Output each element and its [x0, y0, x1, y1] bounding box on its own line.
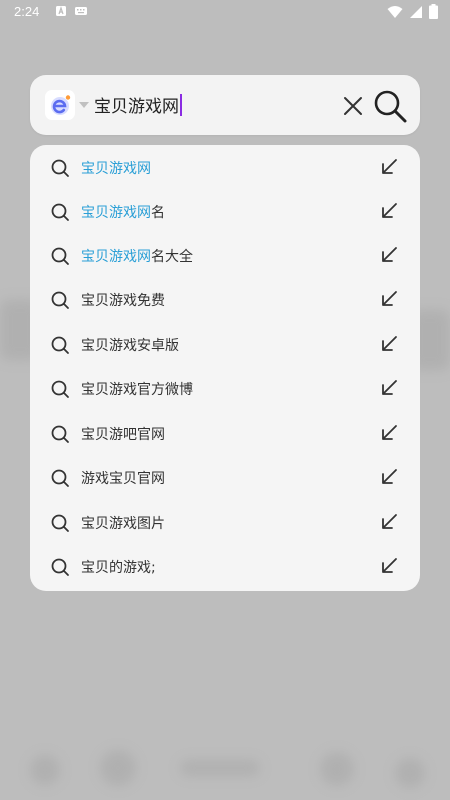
e-browser-logo[interactable] [45, 90, 75, 120]
suggestion-item[interactable]: 宝贝的游戏; [30, 544, 420, 588]
suggestion-text: 宝贝游戏免费 [81, 293, 165, 309]
suggestion-item[interactable]: 宝贝游戏免费 [30, 277, 420, 321]
fill-query-arrow-icon[interactable] [379, 512, 399, 532]
suggestion-text: 宝贝游戏安卓版 [81, 338, 179, 354]
signal-icon [410, 5, 422, 18]
search-icon [51, 291, 69, 309]
fill-query-arrow-icon[interactable] [379, 423, 399, 443]
wifi-icon [387, 5, 403, 18]
search-icon [51, 514, 69, 532]
search-icon[interactable] [372, 88, 408, 124]
fill-query-arrow-icon[interactable] [379, 556, 399, 576]
suggestion-text: 宝贝游吧官网 [81, 427, 165, 443]
search-icon [51, 203, 69, 221]
fill-query-arrow-icon[interactable] [379, 334, 399, 354]
suggestion-text: 宝贝游戏网 [81, 161, 151, 177]
suggestion-item[interactable]: 宝贝游戏官方微博 [30, 366, 420, 410]
status-time: 2:24 [14, 4, 40, 19]
search-input[interactable] [94, 90, 334, 120]
suggestion-text: 宝贝游戏网名 [81, 205, 165, 221]
battery-icon [429, 4, 438, 19]
search-icon [51, 336, 69, 354]
search-icon [51, 558, 69, 576]
fill-query-arrow-icon[interactable] [379, 245, 399, 265]
suggestion-item[interactable]: 宝贝游戏安卓版 [30, 322, 420, 366]
suggestion-text: 宝贝游戏图片 [81, 516, 165, 532]
suggestion-item[interactable]: 宝贝游戏网名 [30, 189, 420, 233]
suggestion-item[interactable]: 宝贝游戏图片 [30, 500, 420, 544]
chevron-down-icon[interactable] [78, 100, 90, 110]
search-bar: 宝贝游戏网 [30, 75, 420, 135]
fill-query-arrow-icon[interactable] [379, 289, 399, 309]
suggestion-text: 宝贝游戏网名大全 [81, 249, 193, 265]
suggestion-text: 宝贝的游戏; [81, 560, 156, 576]
status-bar: 2:24 [0, 0, 450, 24]
search-icon [51, 380, 69, 398]
suggestion-text: 宝贝游戏官方微博 [81, 382, 193, 398]
search-icon [51, 159, 69, 177]
close-icon[interactable] [340, 93, 366, 119]
keyboard-notification-icon [75, 7, 87, 15]
search-icon [51, 425, 69, 443]
fill-query-arrow-icon[interactable] [379, 157, 399, 177]
search-icon [51, 247, 69, 265]
suggestion-text: 游戏宝贝官网 [81, 471, 165, 487]
suggestion-item[interactable]: 宝贝游吧官网 [30, 411, 420, 455]
a-notification-icon [56, 6, 66, 16]
suggestion-item[interactable]: 游戏宝贝官网 [30, 455, 420, 499]
fill-query-arrow-icon[interactable] [379, 201, 399, 221]
suggestion-item[interactable]: 宝贝游戏网 [30, 145, 420, 189]
fill-query-arrow-icon[interactable] [379, 467, 399, 487]
suggestion-list: 宝贝游戏网 宝贝游戏网名 宝贝游戏网名大全 宝贝游戏免费 宝贝游戏安卓版 宝贝游… [30, 145, 420, 591]
search-icon [51, 469, 69, 487]
suggestion-item[interactable]: 宝贝游戏网名大全 [30, 233, 420, 277]
fill-query-arrow-icon[interactable] [379, 378, 399, 398]
